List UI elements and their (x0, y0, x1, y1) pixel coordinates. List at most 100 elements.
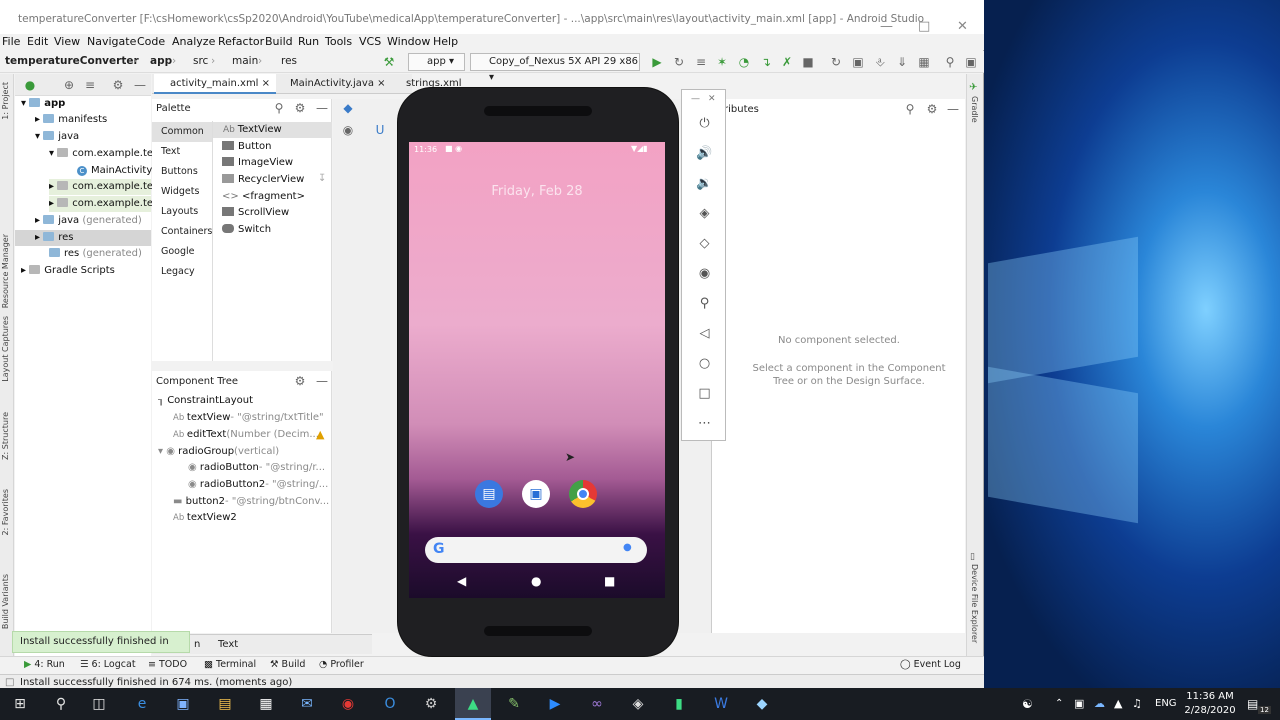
node-textview2[interactable]: Ab textView2 (173, 510, 237, 526)
tree-item-res[interactable]: ▸ res (15, 230, 151, 246)
palette-item-button[interactable]: Button (222, 139, 272, 155)
overview-icon[interactable]: □ (682, 384, 727, 404)
breadcrumb-project[interactable]: temperatureConverter (5, 55, 139, 67)
tree-item-manifests[interactable]: ▸ manifests (35, 112, 107, 128)
avd-manager-icon[interactable]: ⎀ (873, 55, 887, 69)
rerun-icon[interactable]: ↻ (672, 55, 686, 69)
tree-item-java-generated[interactable]: ▸ java (generated) (35, 213, 142, 229)
menu-help[interactable]: Help (433, 34, 458, 50)
eye-icon[interactable]: ◉ (341, 123, 355, 137)
palette-item-imageview[interactable]: ImageView (222, 155, 293, 171)
volume-down-icon[interactable]: 🔉 (682, 174, 727, 194)
magnet-icon[interactable]: U (373, 123, 387, 137)
breadcrumb-main[interactable]: main (232, 55, 258, 67)
chrome-icon[interactable]: ◉ (339, 695, 357, 713)
rotate-left-icon[interactable]: ◈ (682, 204, 727, 224)
terminal-tab[interactable]: ▩ Terminal (204, 659, 256, 670)
close-icon[interactable]: ✕ (957, 8, 968, 34)
taskbar-time[interactable]: 11:36 AM (1185, 691, 1235, 702)
volume-up-icon[interactable]: 🔊 (682, 144, 727, 164)
menu-build[interactable]: Build (265, 34, 293, 50)
android-studio-icon[interactable]: ▲ (464, 695, 482, 713)
back-icon[interactable]: ◁ (682, 324, 727, 344)
menu-file[interactable]: File (2, 34, 20, 50)
node-radiobutton2[interactable]: ◉ radioButton2- "@string/... (188, 477, 328, 493)
palette-item-fragment[interactable]: <> <fragment> (222, 189, 305, 205)
profile-icon[interactable]: ◔ (737, 55, 751, 69)
settings-icon[interactable]: ▣ (964, 55, 978, 69)
tab-resource-manager[interactable]: Resource Manager (1, 234, 10, 308)
more-icon[interactable]: ⋯ (682, 414, 727, 434)
back-nav-icon[interactable]: ◀ (457, 574, 466, 588)
search-icon[interactable]: ⚲ (943, 55, 957, 69)
messages-app-icon[interactable]: ▤ (475, 480, 503, 508)
recents-nav-icon[interactable]: ■ (604, 574, 615, 588)
gear-icon[interactable]: ⚙ (111, 78, 125, 92)
sync-icon[interactable]: ↻ (829, 55, 843, 69)
camera-icon[interactable]: ◉ (682, 264, 727, 284)
store-icon[interactable]: ▦ (257, 695, 275, 713)
tab-layout-captures[interactable]: Layout Captures (1, 316, 10, 382)
outlook-icon[interactable]: O (381, 695, 399, 713)
android-icon[interactable]: ● (23, 78, 37, 92)
menu-vcs[interactable]: VCS (359, 34, 381, 50)
build-tab[interactable]: ⚒ Build (270, 659, 305, 670)
menu-navigate[interactable]: Navigate (87, 34, 136, 50)
tab-text[interactable]: Text (218, 639, 238, 650)
todo-tab[interactable]: ≡ TODO (148, 659, 187, 670)
node-radiogroup[interactable]: ▾ ◉ radioGroup(vertical) (158, 444, 279, 460)
edge-icon[interactable]: e (133, 695, 151, 713)
breadcrumb-src[interactable]: src (193, 55, 208, 67)
contacts-app-icon[interactable]: ▣ (522, 480, 550, 508)
apply-changes-icon[interactable]: ≡ (694, 55, 708, 69)
tree-item-package-androidtest[interactable]: ▸ com.example.ter (49, 196, 157, 212)
palette-item-scrollview[interactable]: ScrollView (222, 205, 289, 221)
language-indicator[interactable]: ENG (1155, 698, 1177, 709)
warning-icon[interactable]: ▲ (316, 428, 324, 441)
tab-mainactivity-java[interactable]: MainActivity.java × (274, 74, 392, 94)
structure-icon[interactable]: ▣ (851, 55, 865, 69)
device-select[interactable]: Copy_of_Nexus 5X API 29 x86 ▾ (470, 53, 640, 83)
palette-cat-containers[interactable]: Containers (152, 222, 212, 242)
run-tab[interactable]: ▶ 4: Run (24, 659, 65, 670)
palette-cat-common[interactable]: Common (152, 122, 212, 142)
paint-icon[interactable]: ◆ (753, 695, 771, 713)
menu-view[interactable]: View (54, 34, 80, 50)
node-radiobutton[interactable]: ◉ radioButton- "@string/r... (188, 460, 325, 476)
chrome-app-icon[interactable] (569, 480, 597, 508)
palette-hide-icon[interactable]: — (315, 101, 329, 115)
windows-start-icon[interactable]: ⊞ (11, 695, 29, 713)
download-icon[interactable]: ↧ (318, 173, 326, 184)
tree-item-app[interactable]: ▾ app (21, 96, 65, 112)
hide-icon[interactable]: — (133, 78, 147, 92)
volume-icon[interactable]: ♫ (1132, 697, 1142, 710)
power-icon[interactable]: ⏻ (682, 114, 727, 134)
emulator-minimize-icon[interactable]: — (691, 94, 700, 104)
assistant-icon[interactable]: ● (623, 542, 632, 553)
node-edittext[interactable]: Ab editText(Number (Decim... (173, 427, 319, 443)
word-icon[interactable]: W (712, 695, 730, 713)
rotate-right-icon[interactable]: ◇ (682, 234, 727, 254)
tray-expand-icon[interactable]: ⌃ (1055, 698, 1063, 709)
search-icon[interactable]: ⚲ (52, 695, 70, 713)
mail-icon[interactable]: ✉ (298, 695, 316, 713)
file-explorer-icon[interactable]: ▤ (216, 695, 234, 713)
home-nav-icon[interactable]: ● (531, 574, 541, 588)
gradle-icon[interactable]: ✈ (969, 82, 977, 93)
tab-activity-main-xml[interactable]: activity_main.xml × (154, 74, 277, 94)
logcat-tab[interactable]: ☰ 6: Logcat (80, 659, 136, 670)
sdk-manager-icon[interactable]: ⇓ (895, 55, 909, 69)
debug-icon[interactable]: ✶ (715, 55, 729, 69)
locate-icon[interactable]: ⊕ (62, 78, 76, 92)
breadcrumb-res[interactable]: res (281, 55, 297, 67)
emulator-close-icon[interactable]: ✕ (708, 94, 716, 104)
attributes-hide-icon[interactable]: — (946, 102, 960, 116)
palette-cat-layouts[interactable]: Layouts (152, 202, 212, 222)
palette-cat-widgets[interactable]: Widgets (152, 182, 212, 202)
attach-debugger-icon[interactable]: ↴ (759, 55, 773, 69)
menu-window[interactable]: Window (387, 34, 430, 50)
stop-icon[interactable]: ■ (801, 55, 815, 69)
attributes-search-icon[interactable]: ⚲ (903, 102, 917, 116)
menu-refactor[interactable]: Refactor (218, 34, 264, 50)
run-config-select[interactable]: app ▾ (408, 53, 465, 71)
